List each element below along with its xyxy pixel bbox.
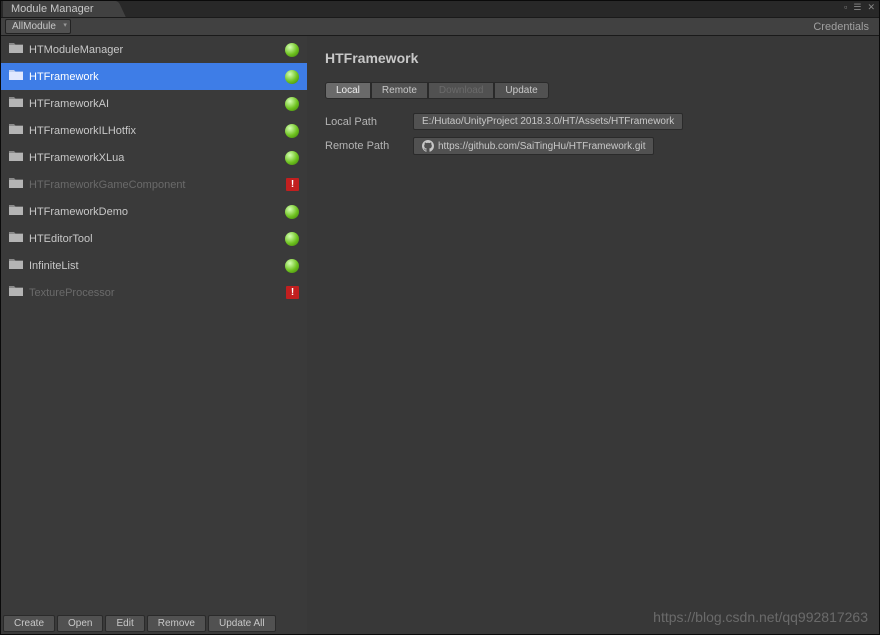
sidebar: HTModuleManager HTFramework HTFrameworkAI H… bbox=[1, 36, 307, 634]
module-name: HTFrameworkGameComponent bbox=[29, 179, 280, 191]
filter-dropdown[interactable]: AllModule bbox=[5, 19, 71, 34]
window-title: Module Manager bbox=[11, 3, 94, 15]
window-tab[interactable]: Module Manager bbox=[3, 1, 114, 17]
edit-button[interactable]: Edit bbox=[105, 615, 144, 632]
open-button[interactable]: Open bbox=[57, 615, 103, 632]
window: Module Manager ▫ ☰ ✕ AllModule Credentia… bbox=[0, 0, 880, 635]
status-error-icon: ! bbox=[286, 286, 299, 299]
module-name: HTModuleManager bbox=[29, 44, 279, 56]
update-all-button[interactable]: Update All bbox=[208, 615, 276, 632]
folder-icon bbox=[9, 177, 23, 192]
folder-icon bbox=[9, 258, 23, 273]
status-ok-icon bbox=[285, 151, 299, 165]
folder-icon bbox=[9, 231, 23, 246]
module-name: HTFrameworkILHotfix bbox=[29, 125, 279, 137]
module-row[interactable]: InfiniteList bbox=[1, 252, 307, 279]
module-row[interactable]: HTFramework bbox=[1, 63, 307, 90]
status-ok-icon bbox=[285, 205, 299, 219]
module-name: HTFrameworkDemo bbox=[29, 206, 279, 218]
tab-local[interactable]: Local bbox=[325, 82, 371, 99]
detail-title: HTFramework bbox=[325, 50, 861, 66]
create-button[interactable]: Create bbox=[3, 615, 55, 632]
module-row[interactable]: TextureProcessor! bbox=[1, 279, 307, 306]
module-row[interactable]: HTFrameworkILHotfix bbox=[1, 117, 307, 144]
detail-panel: HTFramework Local Remote Download Update… bbox=[307, 36, 879, 634]
folder-icon bbox=[9, 69, 23, 84]
remote-path-label: Remote Path bbox=[325, 140, 413, 152]
module-name: HTFrameworkAI bbox=[29, 98, 279, 110]
module-row[interactable]: HTFrameworkGameComponent! bbox=[1, 171, 307, 198]
module-name: InfiniteList bbox=[29, 260, 279, 272]
dock-icon[interactable]: ▫ bbox=[844, 2, 847, 13]
module-row[interactable]: HTFrameworkDemo bbox=[1, 198, 307, 225]
module-row[interactable]: HTEditorTool bbox=[1, 225, 307, 252]
folder-icon bbox=[9, 42, 23, 57]
titlebar: Module Manager ▫ ☰ ✕ bbox=[1, 1, 879, 18]
status-ok-icon bbox=[285, 43, 299, 57]
local-path-field: Local Path E:/Hutao/UnityProject 2018.3.… bbox=[325, 113, 861, 130]
menu-icon[interactable]: ☰ bbox=[853, 2, 861, 13]
credentials-link[interactable]: Credentials bbox=[807, 21, 875, 33]
module-name: HTFrameworkXLua bbox=[29, 152, 279, 164]
module-row[interactable]: HTFrameworkAI bbox=[1, 90, 307, 117]
folder-icon bbox=[9, 285, 23, 300]
window-controls: ▫ ☰ ✕ bbox=[844, 2, 875, 13]
folder-icon bbox=[9, 123, 23, 138]
body: HTModuleManager HTFramework HTFrameworkAI H… bbox=[1, 36, 879, 634]
remote-path-field: Remote Path https://github.com/SaiTingHu… bbox=[325, 137, 861, 155]
remove-button[interactable]: Remove bbox=[147, 615, 206, 632]
remote-path-value[interactable]: https://github.com/SaiTingHu/HTFramework… bbox=[413, 137, 654, 155]
sidebar-footer: Create Open Edit Remove Update All bbox=[1, 613, 307, 634]
module-row[interactable]: HTFrameworkXLua bbox=[1, 144, 307, 171]
watermark: https://blog.csdn.net/qq992817263 bbox=[653, 609, 868, 625]
toolbar: AllModule Credentials bbox=[1, 18, 879, 36]
module-row[interactable]: HTModuleManager bbox=[1, 36, 307, 63]
module-list: HTModuleManager HTFramework HTFrameworkAI H… bbox=[1, 36, 307, 613]
status-ok-icon bbox=[285, 97, 299, 111]
tab-download: Download bbox=[428, 82, 494, 99]
folder-icon bbox=[9, 96, 23, 111]
tab-remote[interactable]: Remote bbox=[371, 82, 428, 99]
status-ok-icon bbox=[285, 232, 299, 246]
local-path-value[interactable]: E:/Hutao/UnityProject 2018.3.0/HT/Assets… bbox=[413, 113, 683, 130]
status-ok-icon bbox=[285, 70, 299, 84]
filter-label: AllModule bbox=[12, 21, 56, 32]
close-icon[interactable]: ✕ bbox=[867, 2, 875, 13]
module-name: HTFramework bbox=[29, 71, 279, 83]
status-ok-icon bbox=[285, 259, 299, 273]
tab-update[interactable]: Update bbox=[494, 82, 548, 99]
status-error-icon: ! bbox=[286, 178, 299, 191]
folder-icon bbox=[9, 150, 23, 165]
github-icon bbox=[422, 140, 434, 152]
module-name: TextureProcessor bbox=[29, 287, 280, 299]
status-ok-icon bbox=[285, 124, 299, 138]
local-path-label: Local Path bbox=[325, 116, 413, 128]
detail-tabs: Local Remote Download Update bbox=[325, 82, 861, 99]
module-name: HTEditorTool bbox=[29, 233, 279, 245]
folder-icon bbox=[9, 204, 23, 219]
